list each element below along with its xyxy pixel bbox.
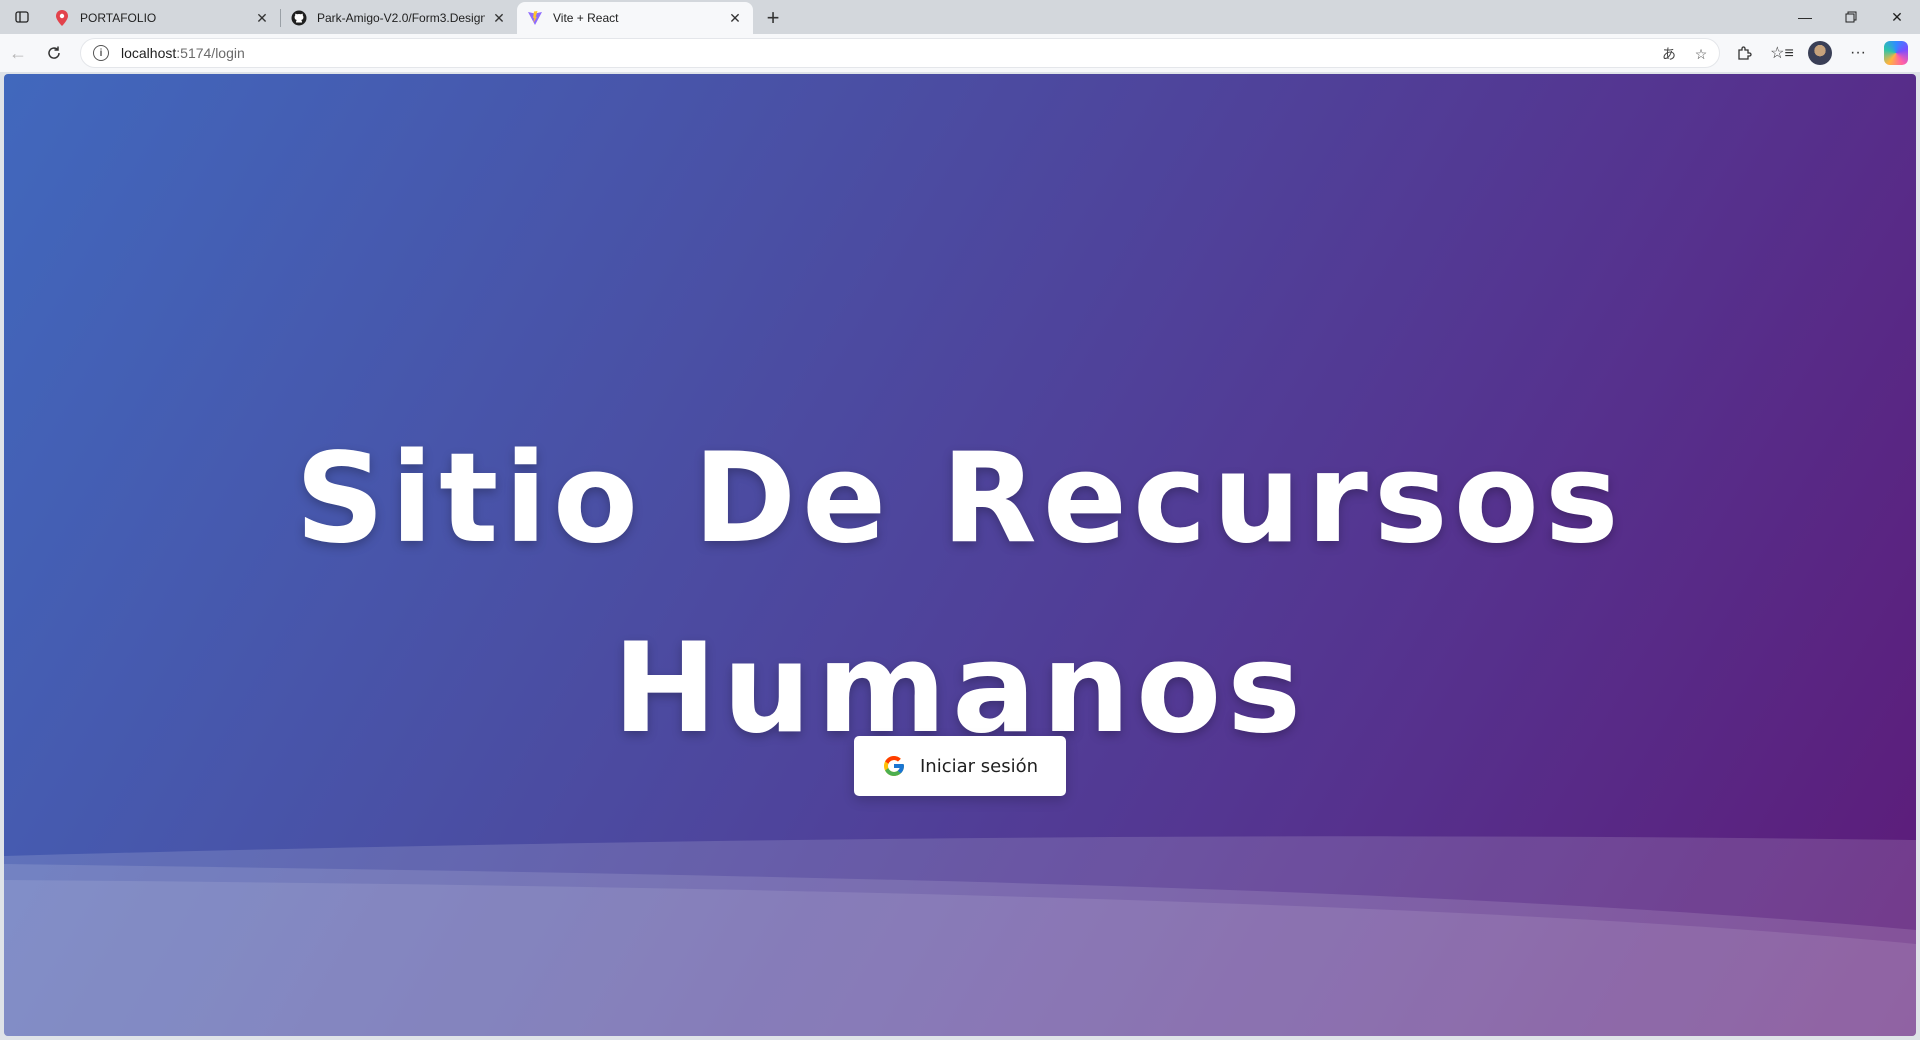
google-icon [883,756,904,776]
vite-icon [527,10,543,26]
tab-title: PORTAFOLIO [80,11,157,25]
restore-icon [1845,11,1857,23]
site-info-icon[interactable]: i [93,45,109,61]
title-line-1: Sitio De Recursos [295,427,1625,571]
tab-vite-react[interactable]: Vite + React ✕ [517,2,753,34]
arrow-left-icon: ← [9,42,27,63]
address-bar-actions: あ ☆ [1657,42,1713,66]
tab-title: Vite + React [553,11,619,25]
close-tab-icon[interactable]: ✕ [727,10,743,26]
tab-strip: PORTAFOLIO ✕ Park-Amigo-V2.0/Form3.Desig… [0,0,1920,34]
translate-icon: あ [1662,46,1676,62]
github-icon [291,10,307,26]
url-path: :5174/login [176,45,245,61]
close-window-button[interactable]: ✕ [1874,0,1920,34]
favorites-button[interactable]: ☆≡ [1766,38,1798,68]
reload-button[interactable] [36,38,72,68]
favorites-list-icon: ☆≡ [1770,45,1794,62]
tab-park-amigo[interactable]: Park-Amigo-V2.0/Form3.Designer.cs ✕ [281,2,517,34]
close-tab-icon[interactable]: ✕ [491,10,507,26]
copilot-button[interactable] [1880,38,1912,68]
tab-actions-button[interactable] [0,0,44,34]
more-horizontal-icon: ··· [1850,44,1866,61]
google-login-button[interactable]: Iniciar sesión [854,736,1066,796]
plus-icon: + [766,5,780,30]
profile-button[interactable] [1804,38,1836,68]
close-icon: ✕ [1891,8,1903,25]
tab-portafolio[interactable]: PORTAFOLIO ✕ [44,2,280,34]
page-title: Sitio De Recursos Humanos [4,404,1916,784]
close-tab-icon[interactable]: ✕ [254,10,270,26]
tab-actions-icon [15,11,29,23]
puzzle-icon [1738,46,1752,60]
back-button[interactable]: ← [0,38,36,68]
star-icon: ☆ [1694,45,1708,62]
tab-title: Park-Amigo-V2.0/Form3.Designer.cs [317,11,485,25]
toolbar-actions: ☆≡ ··· [1728,38,1912,68]
restore-button[interactable] [1828,0,1874,34]
extensions-button[interactable] [1728,38,1760,68]
url-text: localhost:5174/login [121,45,245,61]
copilot-icon [1884,41,1908,65]
address-bar[interactable]: i localhost:5174/login あ ☆ [80,38,1720,68]
new-tab-button[interactable]: + [757,2,789,34]
more-options-button[interactable]: ··· [1842,38,1874,68]
reload-icon [48,46,60,59]
login-button-label: Iniciar sesión [919,755,1039,777]
favorite-button[interactable]: ☆ [1689,42,1713,66]
window-controls: — ✕ [1782,0,1920,34]
minimize-button[interactable]: — [1782,0,1828,34]
avatar [1808,41,1832,65]
read-aloud-button[interactable]: あ [1657,42,1681,66]
url-host: localhost [121,45,177,61]
map-pin-icon [54,10,70,26]
browser-toolbar: ← i localhost:5174/login あ ☆ ☆≡ ··· [0,34,1920,72]
wave-decoration [4,836,1916,1036]
minimize-icon: — [1798,9,1812,25]
page-viewport: Sitio De Recursos Humanos Iniciar sesión [4,74,1916,1036]
